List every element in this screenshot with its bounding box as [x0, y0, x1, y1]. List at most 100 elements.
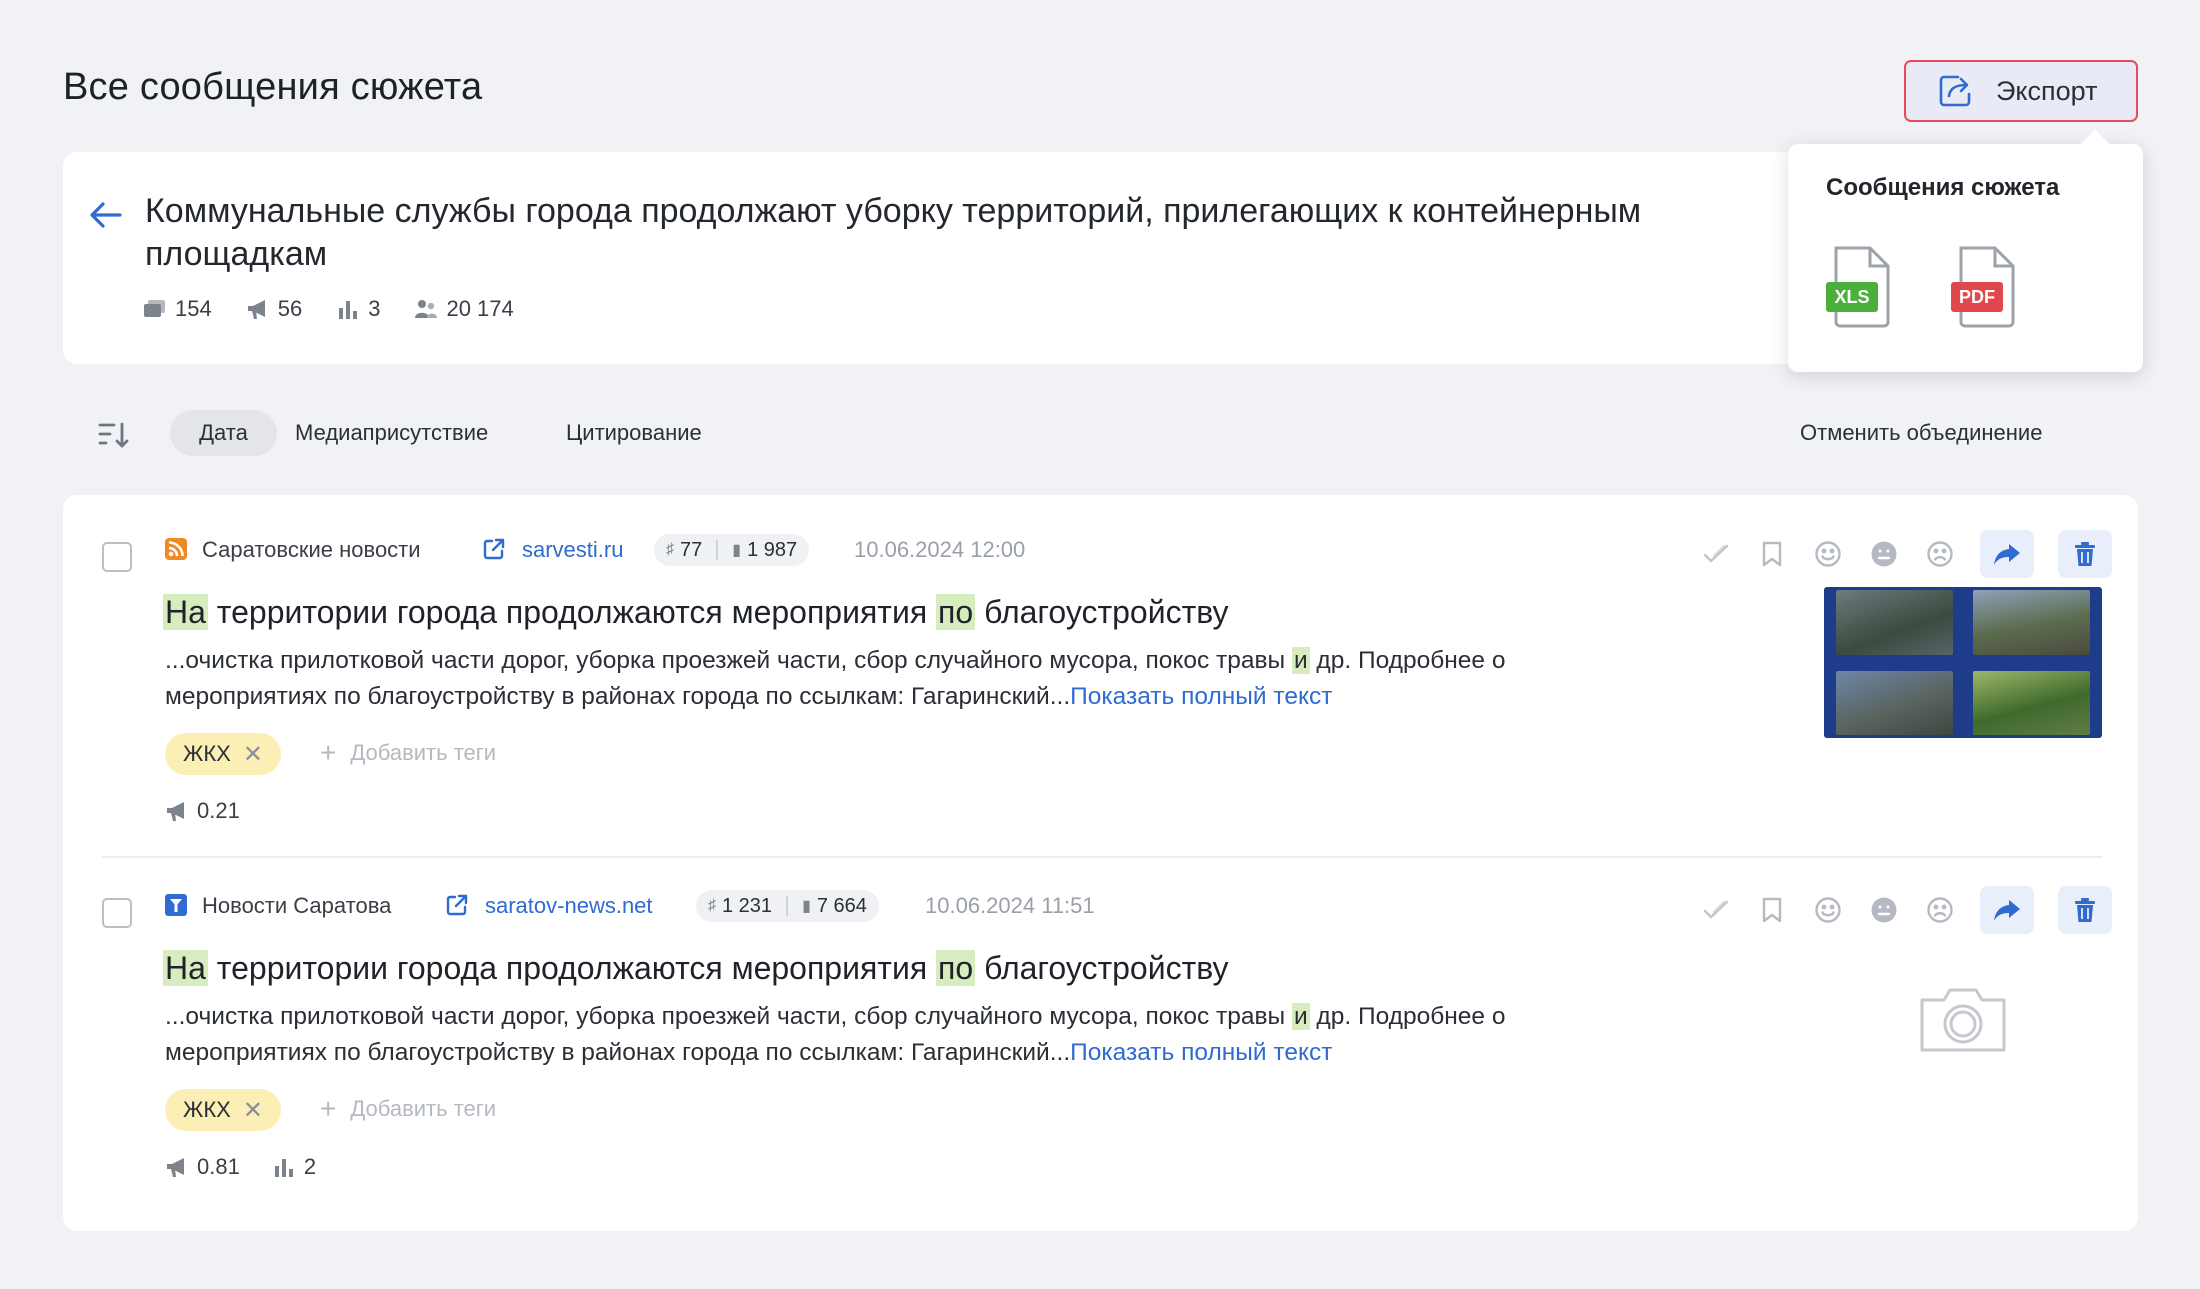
sort-icon[interactable] [98, 420, 132, 450]
positive-button[interactable] [1812, 894, 1844, 926]
export-icon [1939, 75, 1971, 107]
message-text: ...очистка прилотковой части дорог, убор… [165, 1003, 1506, 1066]
source-metrics: ♯ 1 231 ▮ 7 664 [696, 890, 879, 922]
message-metrics: 0.81 2 [165, 1154, 316, 1180]
positive-button[interactable] [1812, 538, 1844, 570]
mentions-stat: 56 [246, 296, 302, 322]
pdf-file-icon[interactable]: PDF [1947, 244, 2025, 330]
news-icon [165, 894, 187, 916]
check-icon [1703, 900, 1729, 919]
pdf-label: PDF [1959, 287, 1995, 307]
rss-icon [165, 538, 187, 560]
message-checkbox[interactable] [102, 542, 132, 572]
source-metrics: ♯ 77 ▮ 1 987 [654, 534, 810, 566]
source-name[interactable]: Новости Саратова [202, 893, 391, 919]
export-button[interactable]: Экспорт [1904, 60, 2138, 122]
share-arrow-icon [1994, 544, 2020, 565]
photo-roadwork [1973, 590, 2090, 655]
message-checkbox[interactable] [102, 898, 132, 928]
message-metrics: 0.21 [165, 798, 240, 824]
message-thumbnail[interactable] [1824, 587, 2102, 738]
bar-chart-icon [339, 301, 358, 319]
message-date: 10.06.2024 11:51 [925, 893, 1095, 918]
external-link-icon[interactable] [482, 537, 506, 561]
external-link-icon[interactable] [445, 893, 469, 917]
trash-icon [2075, 898, 2095, 922]
plus-icon: + [320, 1093, 337, 1124]
neutral-button[interactable] [1868, 894, 1900, 926]
megaphone-icon [167, 1158, 184, 1177]
source-link[interactable]: saratov-news.net [485, 893, 653, 919]
citations-metric: 2 [272, 1154, 316, 1180]
message-title[interactable]: На территории города продолжаются меропр… [163, 594, 1229, 631]
media-index: 0.21 [165, 798, 240, 824]
message-divider [102, 856, 2102, 858]
photo-street [1836, 590, 1953, 655]
story-title: Коммунальные службы города продолжают уб… [145, 192, 1642, 273]
tag-chip[interactable]: ЖКХ ✕ [165, 1089, 281, 1131]
check-icon [1703, 544, 1729, 563]
story-stats: 154 56 3 20 174 [143, 296, 514, 322]
reposts-icon: ♯ [708, 897, 716, 914]
add-tags-button[interactable]: + Добавить теги [320, 737, 496, 769]
message-actions [1700, 886, 2112, 934]
unmerge-button[interactable]: Отменить объединение [1800, 420, 2042, 446]
smile-icon [1815, 541, 1841, 567]
citations-stat: 3 [336, 296, 380, 322]
message-title[interactable]: На территории города продолжаются меропр… [163, 950, 1229, 987]
delete-button[interactable] [2058, 530, 2112, 578]
close-icon[interactable]: ✕ [243, 1096, 263, 1125]
views-icon: ▮ [802, 898, 811, 915]
megaphone-icon [167, 802, 184, 821]
share-button[interactable] [1980, 886, 2034, 934]
bookmark-button[interactable] [1756, 894, 1788, 926]
sort-tab-media-presence[interactable]: Медиаприсутствие [295, 420, 488, 446]
neutral-button[interactable] [1868, 538, 1900, 570]
negative-button[interactable] [1924, 538, 1956, 570]
add-tags-button[interactable]: + Добавить теги [320, 1093, 496, 1125]
negative-button[interactable] [1924, 894, 1956, 926]
popover-title: Сообщения сюжета [1826, 174, 2060, 201]
messages-icon [144, 300, 165, 317]
xls-label: XLS [1834, 287, 1869, 307]
neutral-face-icon [1871, 541, 1897, 567]
sort-tab-date[interactable]: Дата [170, 410, 277, 456]
audience-stat: 20 174 [414, 296, 514, 322]
tag-label: ЖКХ [183, 1097, 231, 1122]
sort-tab-citation[interactable]: Цитирование [566, 420, 702, 446]
back-arrow-icon[interactable] [88, 198, 124, 232]
smile-icon [1815, 897, 1841, 923]
neutral-face-icon [1871, 897, 1897, 923]
export-label: Экспорт [1996, 75, 2098, 106]
share-button[interactable] [1980, 530, 2034, 578]
share-arrow-icon [1994, 900, 2020, 921]
close-icon[interactable]: ✕ [243, 740, 263, 769]
bar-chart-icon [274, 1159, 293, 1177]
message-actions [1700, 530, 2112, 578]
show-full-text-link[interactable]: Показать полный текст [1070, 683, 1332, 710]
xls-file-icon[interactable]: XLS [1822, 244, 1900, 330]
source-link[interactable]: sarvesti.ru [522, 537, 623, 563]
megaphone-icon [247, 300, 265, 319]
mark-read-button[interactable] [1700, 894, 1732, 926]
page-title: Все сообщения сюжета [63, 66, 483, 108]
views-icon: ▮ [732, 542, 742, 559]
reposts-count: 1 231 [722, 894, 773, 917]
photo-truck [1836, 670, 1953, 735]
mark-read-button[interactable] [1700, 538, 1732, 570]
media-index: 0.81 [165, 1154, 240, 1180]
message-text: ...очистка прилотковой части дорог, убор… [165, 647, 1506, 710]
sad-icon [1927, 541, 1953, 567]
show-full-text-link[interactable]: Показать полный текст [1070, 1039, 1332, 1066]
message-date: 10.06.2024 12:00 [854, 537, 1026, 562]
delete-button[interactable] [2058, 886, 2112, 934]
tag-chip[interactable]: ЖКХ ✕ [165, 733, 281, 775]
sad-icon [1927, 897, 1953, 923]
views-count: 1 987 [747, 538, 798, 561]
tag-label: ЖКХ [183, 741, 231, 766]
camera-icon [1920, 988, 2006, 1052]
bookmark-button[interactable] [1756, 538, 1788, 570]
trash-icon [2075, 542, 2095, 566]
source-name[interactable]: Саратовские новости [202, 537, 421, 563]
photo-park [1973, 670, 2090, 735]
